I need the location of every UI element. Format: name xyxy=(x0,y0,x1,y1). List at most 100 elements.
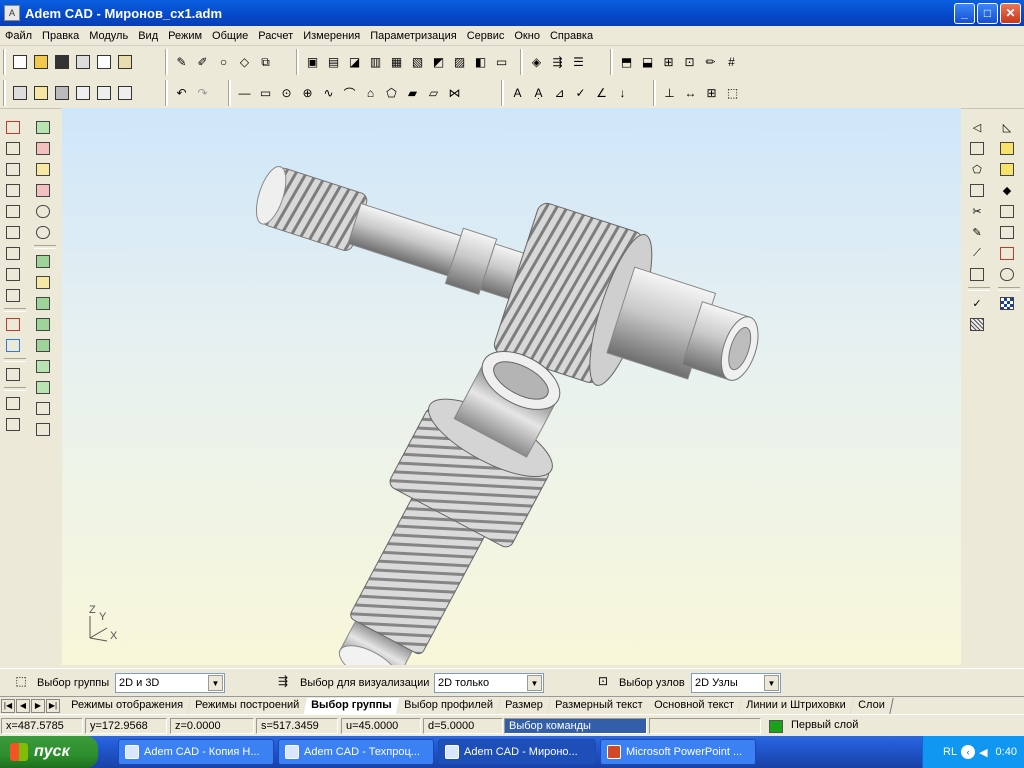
menu-param[interactable]: Параметризация xyxy=(365,30,461,42)
select-3d-icon[interactable] xyxy=(2,117,24,138)
solid-yellow-icon[interactable] xyxy=(32,159,54,180)
undo-icon[interactable]: ↶ xyxy=(171,82,192,104)
corner-icon[interactable] xyxy=(2,180,24,201)
redraw-icon[interactable] xyxy=(996,264,1018,285)
polygon-edit-icon[interactable] xyxy=(966,180,988,201)
triangle-icon[interactable]: ◺ xyxy=(996,117,1018,138)
group-select[interactable]: 2D и 3D ▼ xyxy=(115,673,225,693)
surface-offset-icon[interactable] xyxy=(32,335,54,356)
menu-file[interactable]: Файл xyxy=(0,30,37,42)
transform-icon[interactable] xyxy=(2,335,24,356)
status-layer[interactable]: Первый слой xyxy=(787,718,1020,734)
contour-icon[interactable]: ⬠ xyxy=(381,82,402,104)
tab-next-icon[interactable]: ▶ xyxy=(31,698,45,713)
doc-paste-icon[interactable] xyxy=(93,82,114,104)
box-icon[interactable] xyxy=(2,159,24,180)
tray-expand-icon[interactable]: ‹ xyxy=(961,745,976,759)
report-icon[interactable] xyxy=(2,414,24,435)
layers-icon[interactable]: ⧉ xyxy=(255,51,276,73)
doc-settings-icon[interactable] xyxy=(30,82,51,104)
trim-red-icon[interactable] xyxy=(996,243,1018,264)
rotate-axis-icon[interactable] xyxy=(32,222,54,243)
language-indicator[interactable]: RL xyxy=(943,746,957,758)
tab-group-select[interactable]: Выбор группы xyxy=(303,697,401,714)
tab-lines-hatches[interactable]: Линии и Штриховки xyxy=(738,697,855,714)
rotate-shape-icon[interactable] xyxy=(996,222,1018,243)
link-icon[interactable] xyxy=(2,285,24,306)
edit-page-icon[interactable] xyxy=(966,264,988,285)
print-icon[interactable] xyxy=(72,51,93,73)
solid-shell-icon[interactable]: ▧ xyxy=(407,51,428,73)
tab-dimension[interactable]: Размер xyxy=(497,697,552,714)
layer-color-swatch[interactable] xyxy=(769,720,783,733)
tab-dimension-text[interactable]: Размерный текст xyxy=(546,697,651,714)
spline-icon[interactable]: ∿ xyxy=(318,82,339,104)
chevron-down-icon[interactable]: ▼ xyxy=(527,675,542,691)
menu-view[interactable]: Вид xyxy=(133,30,163,42)
dim-table-icon[interactable]: ⊞ xyxy=(701,82,722,104)
solid-red-icon[interactable] xyxy=(32,138,54,159)
frame-icon[interactable] xyxy=(2,364,24,385)
solid-layer-icon[interactable]: ▥ xyxy=(365,51,386,73)
arc-icon[interactable]: ⌒ xyxy=(339,82,360,104)
text-edit-icon[interactable]: Ạ xyxy=(528,82,549,104)
line-icon[interactable]: — xyxy=(234,82,255,104)
surface-icon[interactable] xyxy=(32,293,54,314)
dimension-icon[interactable]: ⊿ xyxy=(549,82,570,104)
menu-edit[interactable]: Правка xyxy=(37,30,84,42)
diamond-yellow-icon[interactable]: ◆ xyxy=(996,180,1018,201)
scissors-icon[interactable]: ✂ xyxy=(966,201,988,222)
cube-move-icon[interactable]: ⇶ xyxy=(547,51,568,73)
tab-layers[interactable]: Слои xyxy=(849,697,894,714)
volume-icon[interactable]: ◀ xyxy=(979,746,987,759)
eraser-icon[interactable]: ✎ xyxy=(171,51,192,73)
export-icon[interactable]: ⬒ xyxy=(616,51,637,73)
copy-icon[interactable] xyxy=(93,51,114,73)
close-button[interactable]: ✕ xyxy=(1000,2,1021,24)
solid-box-icon[interactable]: ▣ xyxy=(302,51,323,73)
menu-general[interactable]: Общие xyxy=(207,30,253,42)
pencil-red-icon[interactable]: ✎ xyxy=(966,222,988,243)
dim-green-icon[interactable] xyxy=(32,398,54,419)
pencil-brush-icon[interactable]: ✏ xyxy=(700,51,721,73)
point-icon[interactable]: ○ xyxy=(213,51,234,73)
tree-icon[interactable]: ⊞ xyxy=(658,51,679,73)
corner-cut-icon[interactable]: ⟋ xyxy=(966,243,988,264)
doc-copy-icon[interactable] xyxy=(72,82,93,104)
select-flip-icon[interactable] xyxy=(2,138,24,159)
dim-horizontal-icon[interactable]: ↔ xyxy=(680,82,701,104)
tab-display-modes[interactable]: Режимы отображения xyxy=(63,697,192,714)
doc-save-icon[interactable] xyxy=(51,82,72,104)
pen-icon[interactable]: ✐ xyxy=(192,51,213,73)
solid-sweep-icon[interactable]: ▦ xyxy=(386,51,407,73)
paste-icon[interactable] xyxy=(114,51,135,73)
redo-icon[interactable]: ↷ xyxy=(192,82,213,104)
cube-select-icon[interactable]: ◈ xyxy=(526,51,547,73)
open-folder-icon[interactable] xyxy=(30,51,51,73)
chevron-down-icon[interactable]: ▼ xyxy=(208,675,223,691)
surface-skew-icon[interactable] xyxy=(32,356,54,377)
tab-construction-modes[interactable]: Режимы построений xyxy=(187,697,308,714)
hatch-pattern-icon[interactable] xyxy=(966,314,988,335)
table-icon[interactable] xyxy=(2,393,24,414)
maximize-button[interactable]: □ xyxy=(977,2,998,24)
copy-objects-icon[interactable] xyxy=(2,264,24,285)
arrow-down-icon[interactable]: ↓ xyxy=(612,82,633,104)
menu-window[interactable]: Окно xyxy=(509,30,545,42)
task-adem-techproc[interactable]: Adem CAD - Техпроц... xyxy=(278,739,434,765)
hatch-icon[interactable]: ▰ xyxy=(402,82,423,104)
tab-first-icon[interactable]: |◀ xyxy=(1,698,15,713)
grid-icon[interactable] xyxy=(32,377,54,398)
new-file-icon[interactable] xyxy=(9,51,30,73)
solid-cut-red-icon[interactable] xyxy=(32,180,54,201)
solid-plane-icon[interactable]: ▭ xyxy=(491,51,512,73)
fill-icon[interactable]: ▱ xyxy=(423,82,444,104)
menu-service[interactable]: Сервис xyxy=(462,30,510,42)
solid-green-icon[interactable] xyxy=(32,117,54,138)
nodes-select[interactable]: 2D Узлы ▼ xyxy=(691,673,781,693)
task-adem-mironov[interactable]: Adem CAD - Мироно... xyxy=(438,739,596,765)
dim-frame-icon[interactable]: ⬚ xyxy=(722,82,743,104)
tab-main-text[interactable]: Основной текст xyxy=(646,697,743,714)
text-icon[interactable]: A xyxy=(507,82,528,104)
tab-last-icon[interactable]: ▶| xyxy=(46,698,60,713)
